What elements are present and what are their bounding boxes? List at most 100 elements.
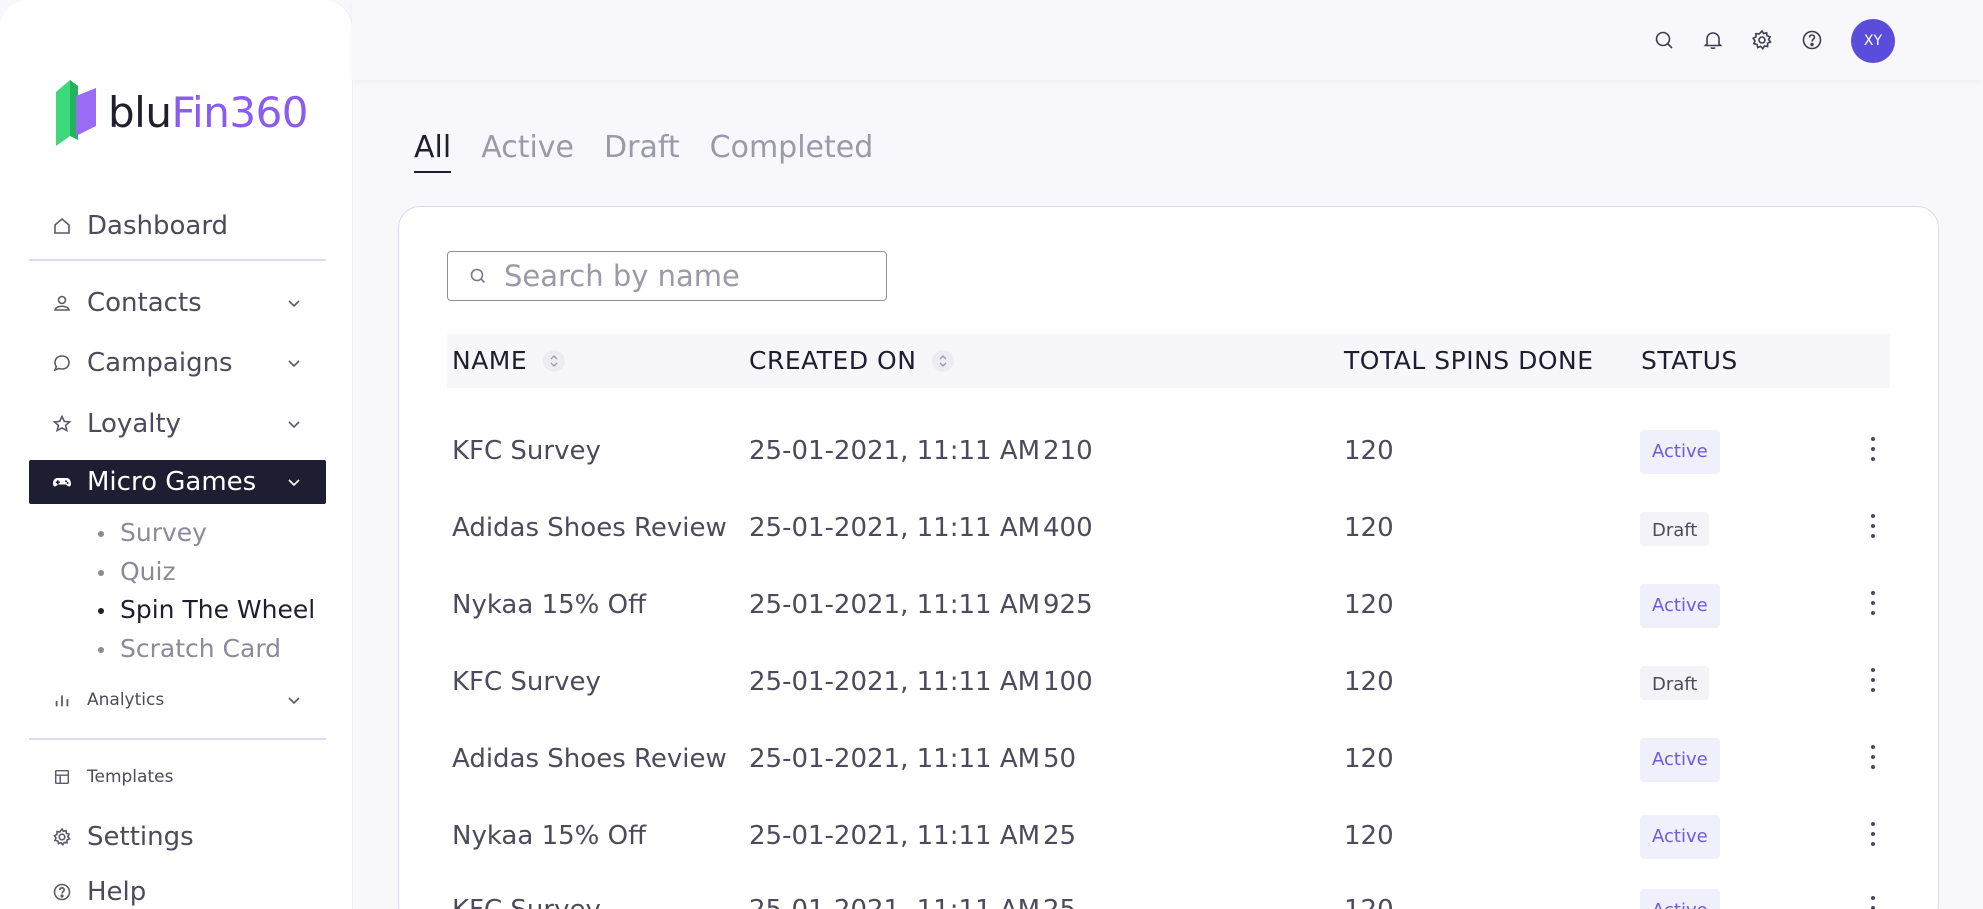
- column-header-created-on[interactable]: CREATED ON: [749, 334, 955, 388]
- cell-name: Adidas Shoes Review: [452, 513, 727, 543]
- cell-name: Adidas Shoes Review: [452, 744, 727, 774]
- kebab-dot: [1871, 765, 1875, 769]
- sidebar-item-templates[interactable]: Templates: [29, 755, 326, 799]
- brand-name-part2: Fin360: [171, 87, 309, 137]
- sidebar-item-micro-games[interactable]: Micro Games: [29, 460, 326, 504]
- sidebar-item-label: Help: [87, 877, 147, 907]
- more-options-icon[interactable]: [1865, 820, 1881, 848]
- cell-created-on: 25-01-2021, 11:11 AM: [749, 513, 1041, 543]
- status-badge: Active: [1640, 889, 1720, 909]
- kebab-dot: [1871, 611, 1875, 615]
- sidebar-item-label: Templates: [87, 767, 174, 787]
- kebab-dot: [1871, 437, 1875, 441]
- sidebar-item-loyalty[interactable]: Loyalty: [29, 402, 326, 446]
- kebab-dot: [1871, 745, 1875, 749]
- status-tabs: All Active Draft Completed: [414, 130, 903, 173]
- cell-extra-value: 400: [1043, 513, 1093, 543]
- table-row[interactable]: KFC Survey 25-01-2021, 11:11 AM 100 120 Draf…: [447, 644, 1890, 721]
- sidebar-item-dashboard[interactable]: Dashboard: [29, 204, 326, 248]
- sidebar-item-label: Loyalty: [87, 409, 182, 439]
- brand-logo[interactable]: bluFin360: [54, 78, 309, 146]
- submenu-item-survey[interactable]: Survey: [96, 514, 315, 553]
- submenu-item-scratch-card[interactable]: Scratch Card: [96, 630, 315, 669]
- column-header-name[interactable]: NAME: [452, 334, 566, 388]
- help-icon: [51, 881, 73, 903]
- chevron-down-icon: [288, 697, 300, 705]
- micro-games-submenu: Survey Quiz Spin The Wheel Scratch Card: [96, 514, 315, 668]
- chevron-down-icon: [288, 421, 300, 429]
- table-row[interactable]: KFC Survey 25-01-2021, 11:11 AM 210 120 Acti…: [447, 413, 1890, 490]
- chat-bubble-icon: [51, 352, 73, 374]
- home-icon: [51, 215, 73, 237]
- top-bar: [352, 0, 1983, 80]
- kebab-dot: [1871, 822, 1875, 826]
- kebab-dot: [1871, 591, 1875, 595]
- kebab-dot: [1871, 524, 1875, 528]
- cell-total-spins: 120: [1344, 667, 1394, 697]
- more-options-icon[interactable]: [1865, 589, 1881, 617]
- table-row[interactable]: Adidas Shoes Review 25-01-2021, 11:11 AM 4…: [447, 490, 1890, 567]
- cell-created-on: 25-01-2021, 11:11 AM: [749, 590, 1041, 620]
- more-options-icon[interactable]: [1865, 435, 1881, 463]
- sidebar-item-campaigns[interactable]: Campaigns: [29, 341, 326, 385]
- cell-extra-value: 50: [1043, 744, 1077, 774]
- gear-icon[interactable]: [1750, 28, 1774, 52]
- kebab-dot: [1871, 755, 1875, 759]
- submenu-item-spin-the-wheel[interactable]: Spin The Wheel: [96, 591, 315, 630]
- table-row[interactable]: Nykaa 15% Off 25-01-2021, 11:11 AM 925 120 A…: [447, 567, 1890, 644]
- table-header: NAME CREATED ON TOTAL SPINS DONE STATUS: [447, 334, 1890, 388]
- cell-created-on: 25-01-2021, 11:11 AM: [749, 744, 1041, 774]
- cell-total-spins: 120: [1344, 872, 1394, 909]
- table-row[interactable]: Adidas Shoes Review 25-01-2021, 11:11 AM 5…: [447, 721, 1890, 798]
- kebab-dot: [1871, 601, 1875, 605]
- cell-total-spins: 120: [1344, 590, 1394, 620]
- more-options-icon[interactable]: [1865, 666, 1881, 694]
- cell-total-spins: 120: [1344, 436, 1394, 466]
- search-icon[interactable]: [1652, 28, 1676, 52]
- tab-all[interactable]: All: [414, 130, 452, 173]
- sidebar-item-label: Micro Games: [87, 467, 257, 497]
- avatar[interactable]: XY: [1851, 19, 1895, 63]
- cell-name: KFC Survey: [452, 667, 601, 697]
- gamepad-icon: [51, 471, 73, 493]
- brand-name-part1: blu: [108, 87, 172, 137]
- status-badge: Active: [1640, 430, 1720, 474]
- chevron-down-icon: [288, 300, 300, 308]
- tab-draft[interactable]: Draft: [604, 130, 680, 173]
- bell-icon[interactable]: [1701, 28, 1725, 52]
- more-options-icon[interactable]: [1865, 743, 1881, 771]
- kebab-dot: [1871, 668, 1875, 672]
- gear-icon: [51, 826, 73, 848]
- sort-icon[interactable]: [932, 350, 955, 372]
- sidebar-item-label: Campaigns: [87, 348, 233, 378]
- star-icon: [51, 413, 73, 435]
- sort-icon[interactable]: [543, 350, 566, 372]
- sidebar-divider: [29, 259, 326, 261]
- table-row[interactable]: KFC Survey 25-01-2021, 11:11 AM25 120 Activ…: [447, 872, 1890, 909]
- cell-extra-value: 100: [1043, 667, 1093, 697]
- kebab-dot: [1871, 678, 1875, 682]
- sidebar-item-analytics[interactable]: Analytics: [29, 678, 326, 722]
- cell-created-on: 25-01-2021, 11:11 AM: [749, 872, 1040, 909]
- kebab-dot: [1871, 447, 1875, 451]
- sidebar-item-settings[interactable]: Settings: [29, 815, 326, 859]
- brand-name: bluFin360: [108, 87, 309, 137]
- sidebar-item-label: Dashboard: [87, 211, 229, 241]
- submenu-item-quiz[interactable]: Quiz: [96, 553, 315, 592]
- column-header-total-spins: TOTAL SPINS DONE: [1344, 346, 1594, 375]
- template-icon: [51, 766, 73, 788]
- help-icon[interactable]: [1800, 28, 1824, 52]
- cell-name: KFC Survey: [452, 436, 601, 466]
- column-header-label: NAME: [452, 346, 528, 375]
- sidebar-item-contacts[interactable]: Contacts: [29, 281, 326, 325]
- search-input[interactable]: [504, 259, 874, 293]
- tab-completed[interactable]: Completed: [710, 130, 874, 173]
- kebab-dot: [1871, 832, 1875, 836]
- cell-extra-value: 25: [1043, 821, 1077, 851]
- bar-chart-icon: [51, 689, 73, 711]
- sidebar-item-help[interactable]: Help: [29, 870, 326, 909]
- more-options-icon[interactable]: [1865, 512, 1881, 540]
- tab-active[interactable]: Active: [481, 130, 574, 173]
- more-options-icon[interactable]: [1865, 894, 1881, 909]
- table-row[interactable]: Nykaa 15% Off 25-01-2021, 11:11 AM 25 120 Ac…: [447, 798, 1890, 875]
